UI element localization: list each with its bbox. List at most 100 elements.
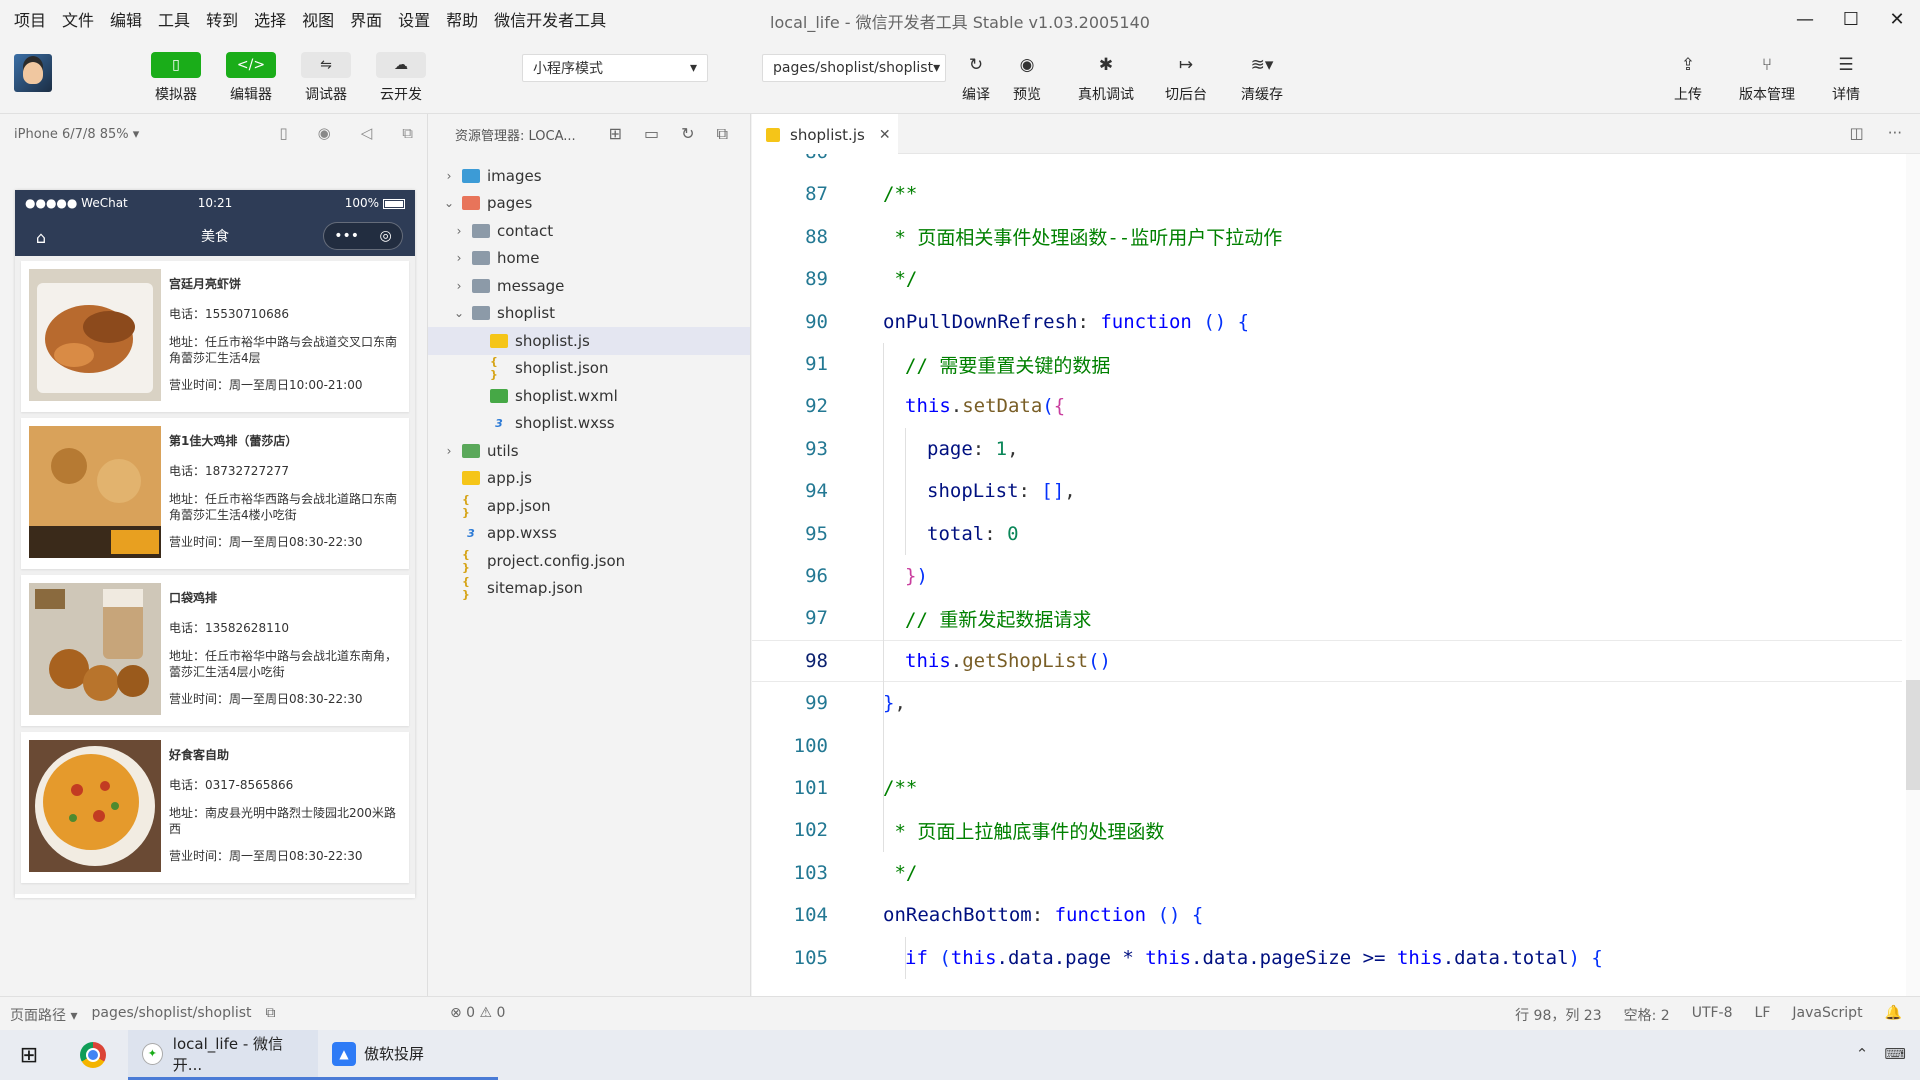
- code-line[interactable]: 96}): [752, 555, 1902, 597]
- details-button[interactable]: ☰ 详情: [1818, 52, 1874, 104]
- cloud-dev-button[interactable]: ☁ 云开发: [369, 52, 433, 104]
- close-window-button[interactable]: ✕: [1874, 0, 1920, 38]
- tree-item-message[interactable]: › message: [428, 272, 750, 300]
- code-line[interactable]: 86: [752, 154, 1902, 173]
- code-line[interactable]: 102 * 页面上拉触底事件的处理函数: [752, 809, 1902, 851]
- tree-item-app-json[interactable]: { } app.json: [428, 492, 750, 520]
- code-line[interactable]: 92 this.setData({: [752, 385, 1902, 427]
- device-select[interactable]: iPhone 6/7/8 85% ▾: [14, 127, 139, 142]
- code-line[interactable]: 105 if (this.data.page * this.data.pageSi…: [752, 937, 1902, 979]
- home-icon[interactable]: ⌂: [29, 225, 53, 249]
- chevron-right-icon[interactable]: ›: [452, 251, 466, 265]
- list-item[interactable]: 第1佳大鸡排（蕾莎店） 电话：18732727277 地址：任丘市裕华西路与会战…: [21, 418, 409, 569]
- tree-item-images[interactable]: › images: [428, 162, 750, 190]
- upload-button[interactable]: ⇪ 上传: [1660, 52, 1716, 104]
- menu-item-wechat-devtools[interactable]: 微信开发者工具: [486, 7, 614, 31]
- indent-spaces[interactable]: 空格: 2: [1624, 1005, 1670, 1025]
- tree-item-shoplist-js[interactable]: shoplist.js: [428, 327, 750, 355]
- code-line[interactable]: 91 // 需要重置关键的数据: [752, 343, 1902, 385]
- chrome-taskbar-button[interactable]: [58, 1030, 128, 1080]
- new-file-icon[interactable]: ⊞: [609, 124, 622, 144]
- split-editor-icon[interactable]: ◫: [1850, 124, 1864, 142]
- code-line[interactable]: 89 */: [752, 258, 1902, 300]
- capsule-menu[interactable]: ••• ◎: [323, 222, 403, 250]
- tab-shoplist-js[interactable]: shoplist.js ✕: [752, 114, 898, 154]
- tree-item-app-js[interactable]: app.js: [428, 465, 750, 493]
- compile-button[interactable]: ↻ 编译: [948, 52, 1004, 104]
- code-line[interactable]: 94 shopList: [],: [752, 470, 1902, 512]
- bell-icon[interactable]: 🔔: [1885, 1005, 1902, 1025]
- code-line[interactable]: 98 this.getShopList(): [752, 639, 1902, 682]
- chevron-right-icon[interactable]: ›: [442, 444, 456, 458]
- cursor-position[interactable]: 行 98，列 23: [1515, 1005, 1602, 1025]
- code-line[interactable]: 95 total: 0: [752, 513, 1902, 555]
- detach-window-icon[interactable]: ⧉: [402, 124, 413, 142]
- list-item[interactable]: 宫廷月亮虾饼 电话：15530710686 地址：任丘市裕华中路与会战道交叉口东…: [21, 261, 409, 412]
- more-actions-icon[interactable]: ···: [1888, 124, 1902, 142]
- chevron-right-icon[interactable]: ›: [452, 224, 466, 238]
- tree-item-contact[interactable]: › contact: [428, 217, 750, 245]
- version-manage-button[interactable]: ⑂ 版本管理: [1739, 52, 1795, 104]
- collapse-all-icon[interactable]: ⧉: [717, 124, 728, 144]
- menu-item-file[interactable]: 文件: [54, 7, 102, 31]
- avatar[interactable]: [14, 54, 52, 92]
- close-tab-icon[interactable]: ✕: [879, 127, 891, 143]
- editor-scrollbar[interactable]: [1906, 154, 1920, 996]
- code-line[interactable]: 103 */: [752, 852, 1902, 894]
- code-line[interactable]: 101 /**: [752, 767, 1902, 809]
- menu-item-settings[interactable]: 设置: [390, 7, 438, 31]
- line-ending[interactable]: LF: [1755, 1005, 1771, 1025]
- list-item[interactable]: 好食客自助 电话：0317-8565866 地址：南皮县光明中路烈士陵园北200…: [21, 732, 409, 883]
- compile-page-select[interactable]: pages/shoplist/shoplist ▾: [762, 54, 946, 82]
- code-line[interactable]: 104 onReachBottom: function () {: [752, 894, 1902, 936]
- code-area[interactable]: 8687/**88 * 页面相关事件处理函数--监听用户下拉动作89 */90o…: [752, 154, 1920, 996]
- file-encoding[interactable]: UTF-8: [1692, 1005, 1733, 1025]
- chevron-right-icon[interactable]: ›: [442, 169, 456, 183]
- code-line[interactable]: 87 /**: [752, 173, 1902, 215]
- preview-button[interactable]: ◉ 预览: [999, 52, 1055, 104]
- tree-item-project-config-json[interactable]: { } project.config.json: [428, 547, 750, 575]
- menu-item-help[interactable]: 帮助: [438, 7, 486, 31]
- chevron-right-icon[interactable]: ›: [452, 279, 466, 293]
- menu-item-tools[interactable]: 工具: [150, 7, 198, 31]
- tree-item-app-wxss[interactable]: 3 app.wxss: [428, 520, 750, 548]
- code-line[interactable]: 100: [752, 725, 1902, 767]
- tree-item-shoplist-wxml[interactable]: shoplist.wxml: [428, 382, 750, 410]
- wechat-devtools-taskbar-button[interactable]: ✦ local_life - 微信开...: [128, 1030, 318, 1080]
- tree-item-pages[interactable]: ⌄ pages: [428, 190, 750, 218]
- menu-item-edit[interactable]: 编辑: [102, 7, 150, 31]
- code-line[interactable]: 97 // 重新发起数据请求: [752, 597, 1902, 639]
- tree-item-shoplist[interactable]: ⌄ shoplist: [428, 300, 750, 328]
- volume-icon[interactable]: ◁: [361, 124, 373, 142]
- chevron-down-icon[interactable]: ⌄: [442, 196, 456, 210]
- refresh-icon[interactable]: ↻: [681, 124, 694, 144]
- keyboard-icon[interactable]: ⌨: [1884, 1045, 1906, 1063]
- mode-select[interactable]: 小程序模式 ▾: [522, 54, 708, 82]
- tree-item-shoplist-wxss[interactable]: 3 shoplist.wxss: [428, 410, 750, 438]
- editor-button[interactable]: </> 编辑器: [219, 52, 283, 104]
- scrollbar-thumb[interactable]: [1906, 680, 1920, 790]
- list-item[interactable]: 口袋鸡排 电话：13582628110 地址：任丘市裕华中路与会战北道东南角，蕾…: [21, 575, 409, 726]
- simulator-button[interactable]: ▯ 模拟器: [144, 52, 208, 104]
- minimize-button[interactable]: —: [1782, 0, 1828, 38]
- language-mode[interactable]: JavaScript: [1792, 1005, 1862, 1025]
- target-close-icon[interactable]: ◎: [380, 228, 392, 244]
- debugger-button[interactable]: ⇋ 调试器: [294, 52, 358, 104]
- tree-item-home[interactable]: › home: [428, 245, 750, 273]
- problems-indicator[interactable]: ⊗ 0 ⚠ 0: [450, 1005, 505, 1021]
- background-button[interactable]: ↦ 切后台: [1158, 52, 1214, 104]
- code-line[interactable]: 99},: [752, 682, 1902, 724]
- real-device-debug-button[interactable]: ✱ 真机调试: [1078, 52, 1134, 104]
- menu-item-project[interactable]: 项目: [6, 7, 54, 31]
- tray-expand-icon[interactable]: ⌃: [1856, 1045, 1869, 1063]
- menu-item-goto[interactable]: 转到: [198, 7, 246, 31]
- tree-item-utils[interactable]: › utils: [428, 437, 750, 465]
- page-path-label[interactable]: 页面路径 ▾: [10, 1005, 77, 1025]
- code-line[interactable]: 88 * 页面相关事件处理函数--监听用户下拉动作: [752, 216, 1902, 258]
- code-line[interactable]: 90 onPullDownRefresh: function () {: [752, 301, 1902, 343]
- code-line[interactable]: 93 page: 1,: [752, 428, 1902, 470]
- menu-item-select[interactable]: 选择: [246, 7, 294, 31]
- clear-cache-button[interactable]: ≋▾ 清缓存: [1234, 52, 1290, 104]
- chevron-down-icon[interactable]: ⌄: [452, 306, 466, 320]
- menu-item-interface[interactable]: 界面: [342, 7, 390, 31]
